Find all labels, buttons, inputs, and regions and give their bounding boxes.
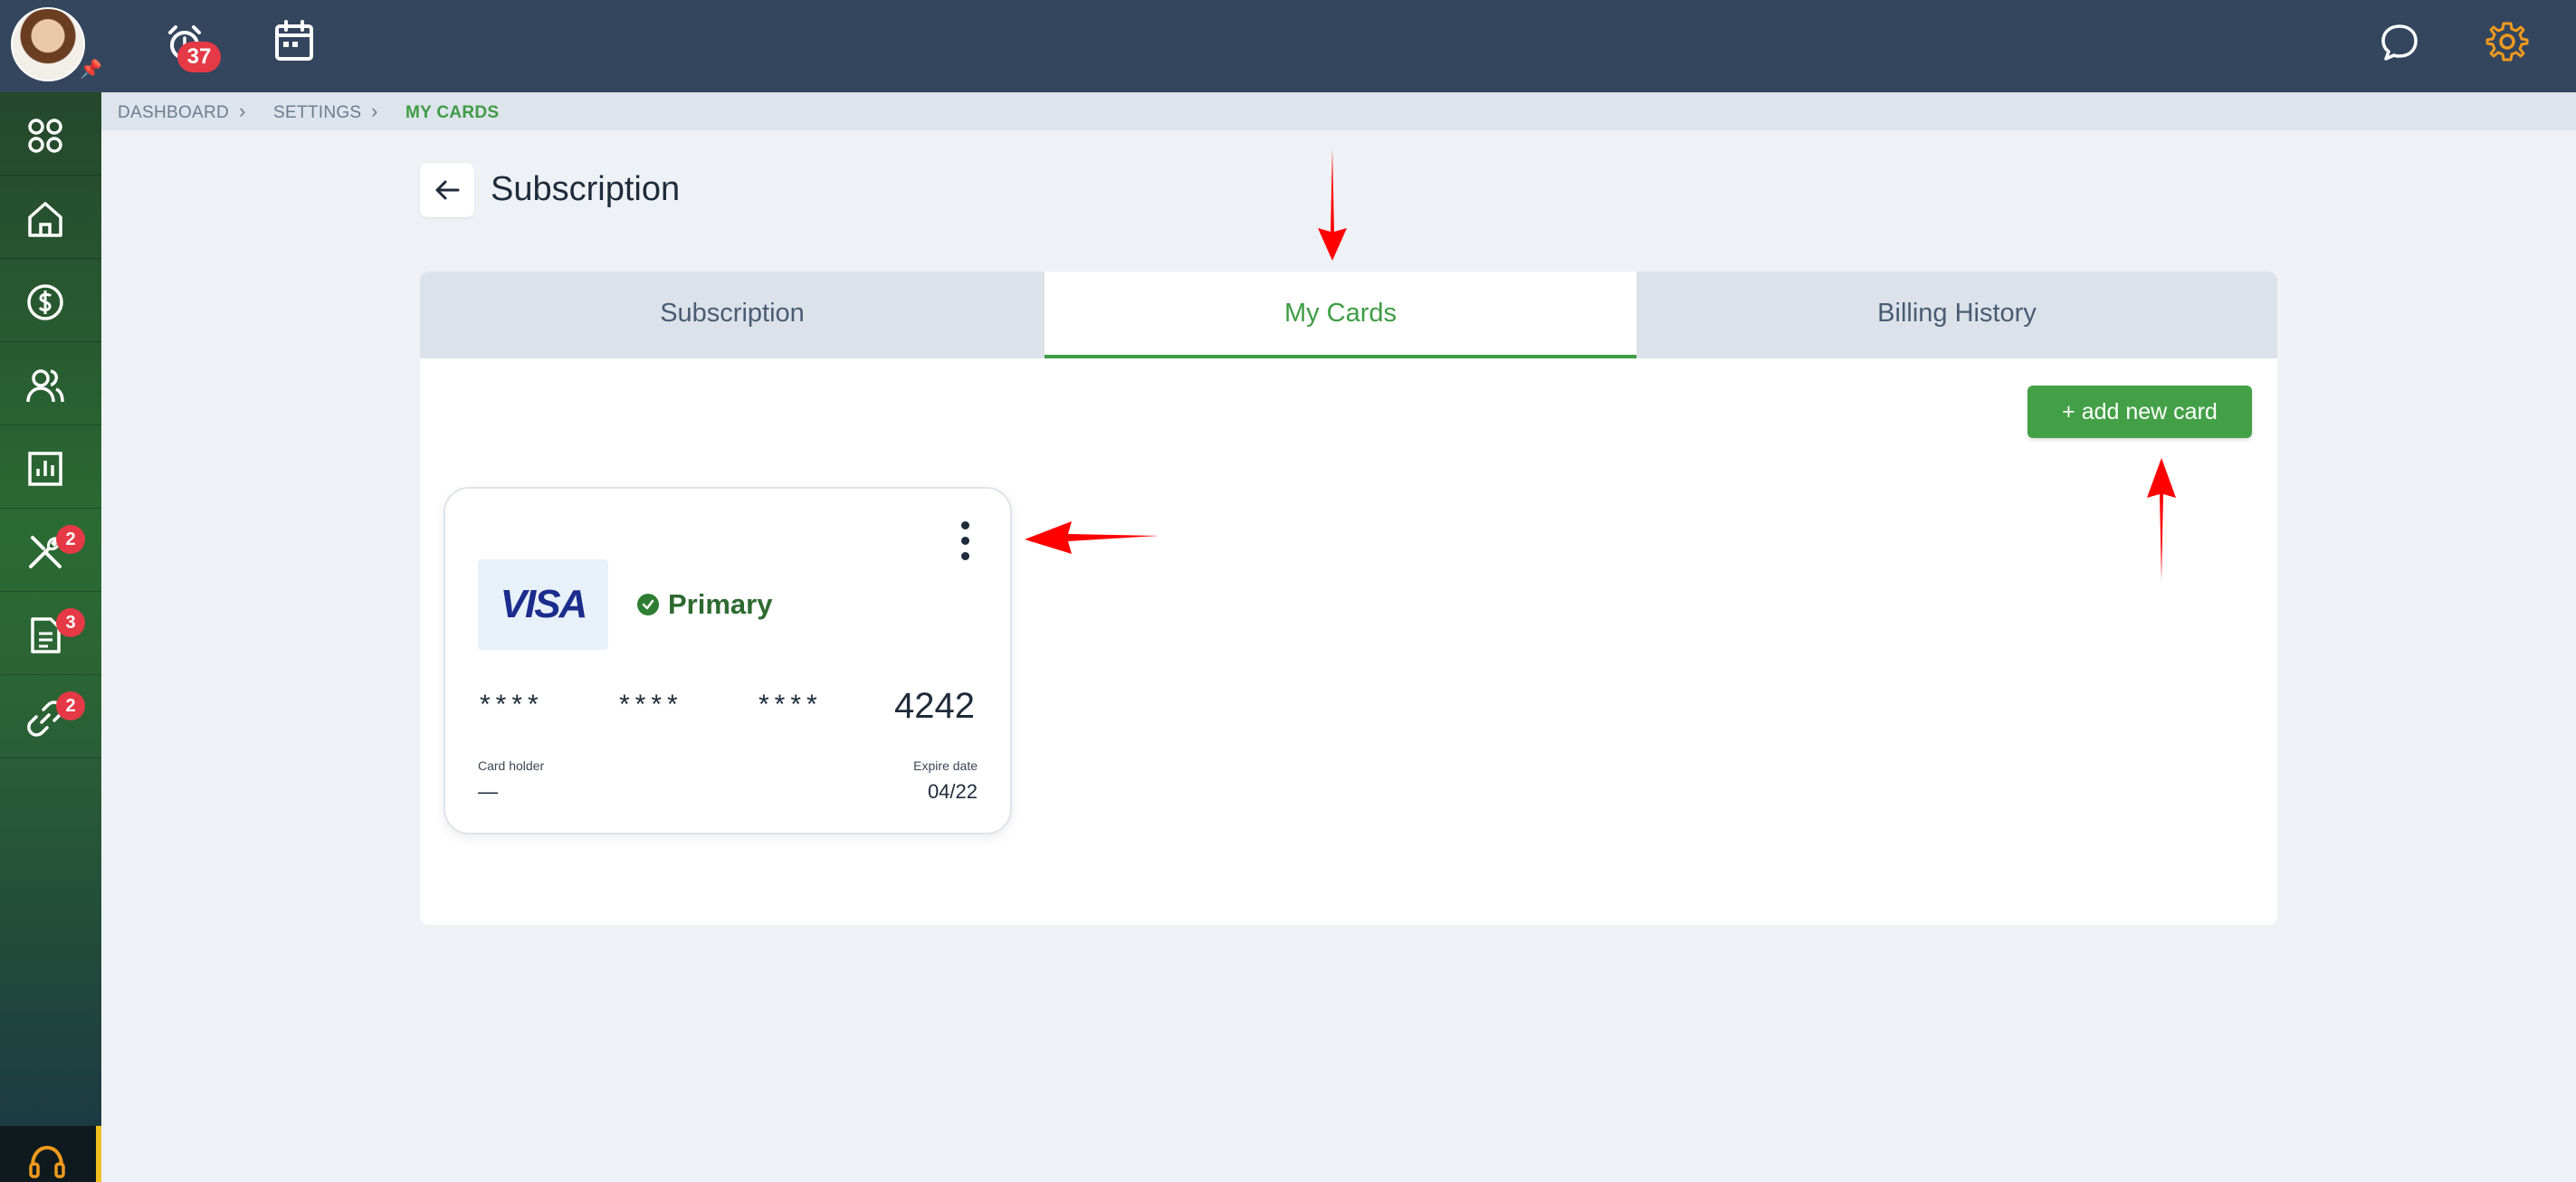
annotation-arrow-down	[1318, 148, 1347, 261]
gear-icon[interactable]	[2485, 20, 2529, 63]
sidebar-item-billing[interactable]	[0, 259, 101, 342]
tab-bar: Subscription My Cards Billing History	[420, 272, 2277, 358]
sidebar-item-integrations[interactable]: 2	[0, 675, 101, 758]
more-options-icon[interactable]	[959, 521, 970, 561]
card-number-mask: ****	[619, 690, 683, 720]
card-last-four: 4242	[894, 686, 975, 726]
user-avatar[interactable]	[11, 7, 85, 81]
breadcrumb: DASHBOARD › SETTINGS › MY CARDS	[101, 92, 2576, 130]
tab-subscription[interactable]: Subscription	[420, 272, 1045, 358]
headset-icon	[29, 1145, 65, 1178]
card-holder-value: —	[478, 780, 498, 803]
breadcrumb-dashboard[interactable]: DASHBOARD	[118, 103, 229, 123]
sidebar-item-reports[interactable]	[0, 425, 101, 509]
visa-logo: VISA	[478, 559, 608, 650]
calendar-icon[interactable]	[272, 18, 317, 63]
add-new-card-button[interactable]: + add new card	[2027, 386, 2252, 438]
dollar-circle-icon	[27, 284, 63, 320]
card-number-mask: ****	[758, 690, 823, 720]
integrations-badge: 2	[56, 691, 85, 720]
alarm-count-badge: 37	[177, 42, 221, 72]
back-button[interactable]	[420, 163, 474, 217]
tools-badge: 2	[56, 525, 85, 554]
expire-date-value: 04/22	[927, 780, 978, 803]
check-circle-icon	[637, 594, 659, 615]
chevron-right-icon: ›	[239, 100, 246, 122]
users-icon	[26, 369, 64, 403]
tab-my-cards[interactable]: My Cards	[1045, 272, 1636, 358]
sidebar: 2 3 2	[0, 92, 101, 1182]
apps-grid-icon	[28, 119, 62, 153]
breadcrumb-my-cards: MY CARDS	[405, 103, 500, 122]
annotation-arrow-left	[1025, 521, 1159, 554]
chart-icon	[28, 452, 62, 486]
expire-date-label: Expire date	[913, 758, 978, 773]
annotation-arrow-up	[2147, 458, 2176, 581]
sidebar-item-documents[interactable]: 3	[0, 592, 101, 675]
support-button[interactable]	[0, 1126, 101, 1182]
home-icon	[28, 202, 62, 237]
top-bar: 📌 37	[0, 0, 2576, 92]
primary-status: Primary	[668, 588, 773, 620]
sidebar-item-users[interactable]	[0, 342, 101, 425]
chat-icon[interactable]	[2379, 22, 2420, 63]
payment-card: VISA Primary **** **** **** 4242 Card ho…	[444, 487, 1012, 834]
card-number-mask: ****	[480, 690, 544, 720]
documents-badge: 3	[56, 608, 85, 637]
sidebar-item-home[interactable]	[0, 176, 101, 259]
chevron-right-icon: ›	[371, 100, 378, 122]
arrow-left-icon	[435, 180, 460, 200]
subscription-panel: Subscription My Cards Billing History + …	[420, 272, 2277, 925]
breadcrumb-settings[interactable]: SETTINGS	[273, 103, 361, 123]
sidebar-item-dashboard[interactable]	[0, 92, 101, 176]
sidebar-item-tools[interactable]: 2	[0, 509, 101, 592]
pin-icon[interactable]: 📌	[80, 58, 102, 81]
tab-billing-history[interactable]: Billing History	[1636, 272, 2277, 358]
card-holder-label: Card holder	[478, 758, 545, 773]
page-title: Subscription	[491, 170, 681, 208]
